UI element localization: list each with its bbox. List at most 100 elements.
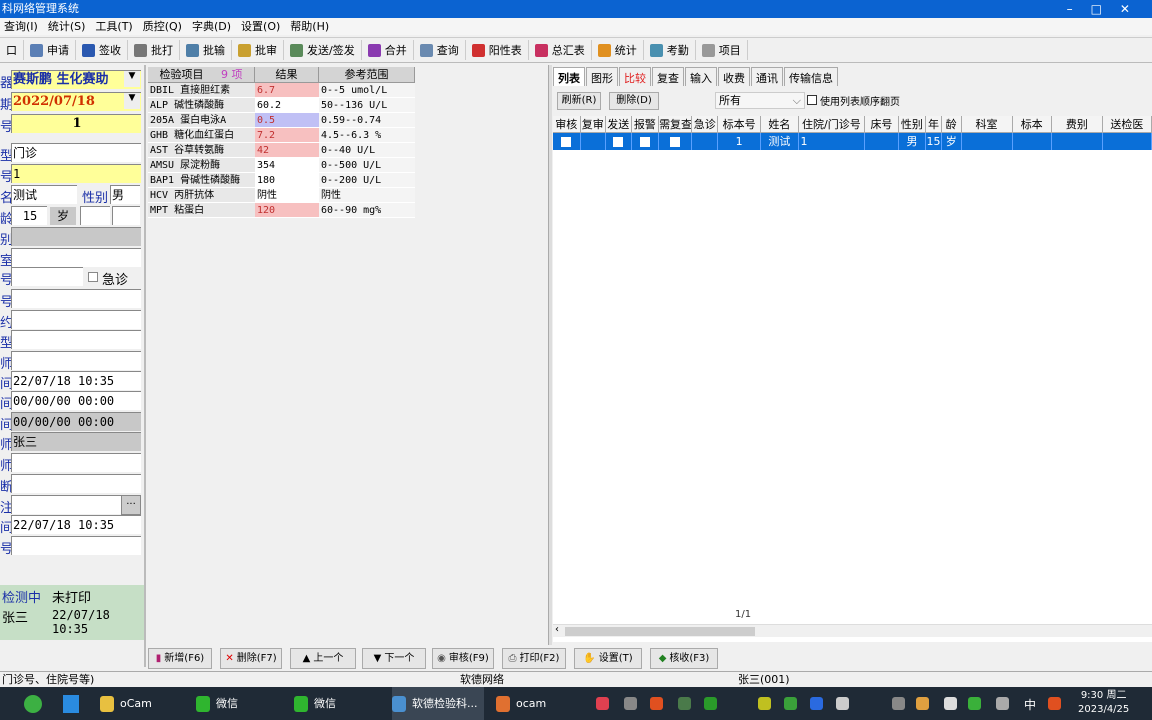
tray-icon[interactable] — [704, 697, 717, 710]
toolbar-button[interactable]: 发送/签发 — [284, 40, 362, 60]
result-row[interactable]: ALP 碱性磷酸酶 60.2 50--136 U/L — [148, 98, 415, 113]
app-icon[interactable] — [63, 695, 79, 713]
row-checkbox[interactable] — [561, 137, 572, 147]
tray-icon[interactable] — [968, 697, 981, 710]
column-header[interactable]: 发送 — [606, 116, 632, 133]
column-header[interactable]: 龄 — [941, 116, 962, 133]
text-field[interactable] — [11, 267, 83, 286]
tray-icon[interactable] — [1048, 697, 1061, 710]
result-row[interactable]: AST 谷草转氨酶 42 0--40 U/L — [148, 143, 415, 158]
action-button[interactable]: ◉ 审核(F9) — [432, 648, 494, 669]
instrument-select[interactable]: 赛斯鹏 生化赛助 — [11, 70, 141, 89]
column-header[interactable]: 报警 — [631, 116, 660, 133]
clock[interactable]: 9:30 周二 2023/4/25 — [1078, 689, 1129, 717]
text-field[interactable] — [11, 495, 121, 514]
toolbar-button[interactable]: 考勤 — [644, 40, 696, 60]
result-value[interactable]: 120 — [255, 203, 319, 217]
menu-item[interactable]: 设置(O) — [241, 20, 280, 33]
menu-item[interactable]: 帮助(H) — [290, 20, 329, 33]
text-field[interactable] — [11, 536, 141, 555]
result-value[interactable]: 7.2 — [255, 128, 319, 142]
column-header[interactable]: 科室 — [961, 116, 1013, 133]
tab[interactable]: 收费 — [718, 67, 750, 86]
column-header[interactable]: 住院/门诊号 — [798, 116, 866, 133]
toolbar-button[interactable]: 项目 — [696, 40, 748, 60]
tray-icon[interactable] — [810, 697, 823, 710]
result-row[interactable]: MPT 粘蛋白 120 60--90 mg% — [148, 203, 415, 218]
action-button[interactable]: ▮ 新增(F6) — [148, 648, 212, 669]
age-field[interactable]: 15 — [11, 206, 47, 225]
filter-select[interactable]: 所有 ⌵ — [715, 92, 805, 109]
toolbar-button[interactable]: 合并 — [362, 40, 414, 60]
result-value[interactable]: 60.2 — [255, 98, 319, 112]
time-field[interactable]: 00/00/00 00:00 — [11, 391, 141, 410]
toolbar-button[interactable]: 总汇表 — [529, 40, 592, 60]
result-value[interactable]: 0.5 — [255, 113, 319, 127]
result-value[interactable]: 阴性 — [255, 188, 319, 202]
toolbar-button[interactable]: 批打 — [128, 40, 180, 60]
patient-type-field[interactable]: 门诊 — [11, 143, 141, 162]
ime-indicator[interactable]: 中 — [1024, 696, 1036, 713]
action-button[interactable]: ▲ 上一个 — [290, 648, 356, 669]
sample-number-field[interactable]: 1 — [11, 114, 141, 133]
column-header[interactable]: 标本号 — [717, 116, 762, 133]
taskbar-app[interactable]: oCam — [100, 687, 192, 720]
taskbar-app[interactable]: ocam — [496, 687, 588, 720]
chevron-down-icon[interactable]: ▼ — [124, 93, 140, 109]
taskbar-app[interactable]: 软德检验科... — [392, 687, 484, 720]
result-row[interactable]: GHB 糖化血红蛋白 7.2 4.5--6.3 % — [148, 128, 415, 143]
toolbar-button[interactable]: 查询 — [414, 40, 466, 60]
tray-icon[interactable] — [678, 697, 691, 710]
action-button[interactable]: ✋ 设置(T) — [574, 648, 642, 669]
tab[interactable]: 比较 — [619, 67, 651, 86]
tray-icon[interactable] — [596, 697, 609, 710]
column-header[interactable]: 年 — [926, 116, 942, 133]
tab[interactable]: 列表 — [553, 67, 585, 86]
toolbar-button[interactable]: 阳性表 — [466, 40, 529, 60]
text-field[interactable] — [11, 474, 141, 493]
tray-icon[interactable] — [916, 697, 929, 710]
column-header[interactable]: 复审 — [580, 116, 607, 133]
result-row[interactable]: DBIL 直接胆红素 6.7 0--5 umol/L — [148, 83, 415, 98]
tray-icon[interactable] — [758, 697, 771, 710]
toolbar-button[interactable]: 申请 — [24, 40, 76, 60]
row-checkbox[interactable] — [639, 137, 650, 147]
result-row[interactable]: 205A 蛋白电泳A 0.5 0.59--0.74 — [148, 113, 415, 128]
more-button[interactable]: ... — [121, 495, 141, 515]
toolbar-button[interactable]: 签收 — [76, 40, 128, 60]
column-header[interactable]: 标本 — [1012, 116, 1052, 133]
result-row[interactable]: BAP1 骨碱性磷酸酶 180 0--200 U/L — [148, 173, 415, 188]
scroll-left-icon[interactable]: ‹ — [555, 624, 559, 635]
result-value[interactable]: 354 — [255, 158, 319, 172]
column-header[interactable]: 需复查 — [659, 116, 693, 133]
browser-icon[interactable] — [24, 695, 42, 713]
horizontal-scrollbar[interactable]: ‹ — [553, 624, 1152, 637]
action-button[interactable]: ◆ 核收(F3) — [650, 648, 718, 669]
age-unit-select[interactable]: 岁 — [50, 207, 76, 225]
tray-icon[interactable] — [996, 697, 1009, 710]
age-extra-field[interactable] — [112, 206, 140, 225]
text-field[interactable] — [11, 351, 141, 370]
sex-field[interactable]: 男 — [110, 185, 140, 204]
delete-list-button[interactable]: 删除(D) — [609, 92, 659, 110]
action-button[interactable]: ⎙ 打印(F2) — [502, 648, 566, 669]
tray-icon[interactable] — [784, 697, 797, 710]
taskbar-app[interactable]: 微信 — [294, 687, 386, 720]
tab[interactable]: 输入 — [685, 67, 717, 86]
refresh-button[interactable]: 刷新(R) — [557, 92, 601, 110]
time-field[interactable]: 00/00/00 00:00 — [11, 412, 141, 431]
text-field[interactable] — [11, 453, 141, 472]
urgent-checkbox[interactable] — [88, 272, 98, 282]
time-field[interactable]: 22/07/18 10:35 — [11, 371, 141, 390]
chevron-down-icon[interactable]: ▼ — [124, 71, 140, 87]
column-header[interactable]: 审核 — [553, 116, 581, 133]
patient-number-field[interactable]: 1 — [11, 164, 141, 183]
action-button[interactable]: ✕ 删除(F7) — [220, 648, 282, 669]
menu-item[interactable]: 查询(I) — [4, 20, 38, 33]
splitter[interactable] — [548, 65, 552, 645]
date-select[interactable]: 2022/07/18 — [11, 92, 141, 111]
window-controls[interactable]: –□✕ — [1067, 0, 1148, 18]
result-value[interactable]: 180 — [255, 173, 319, 187]
tab[interactable]: 图形 — [586, 67, 618, 86]
row-checkbox[interactable] — [670, 137, 681, 147]
